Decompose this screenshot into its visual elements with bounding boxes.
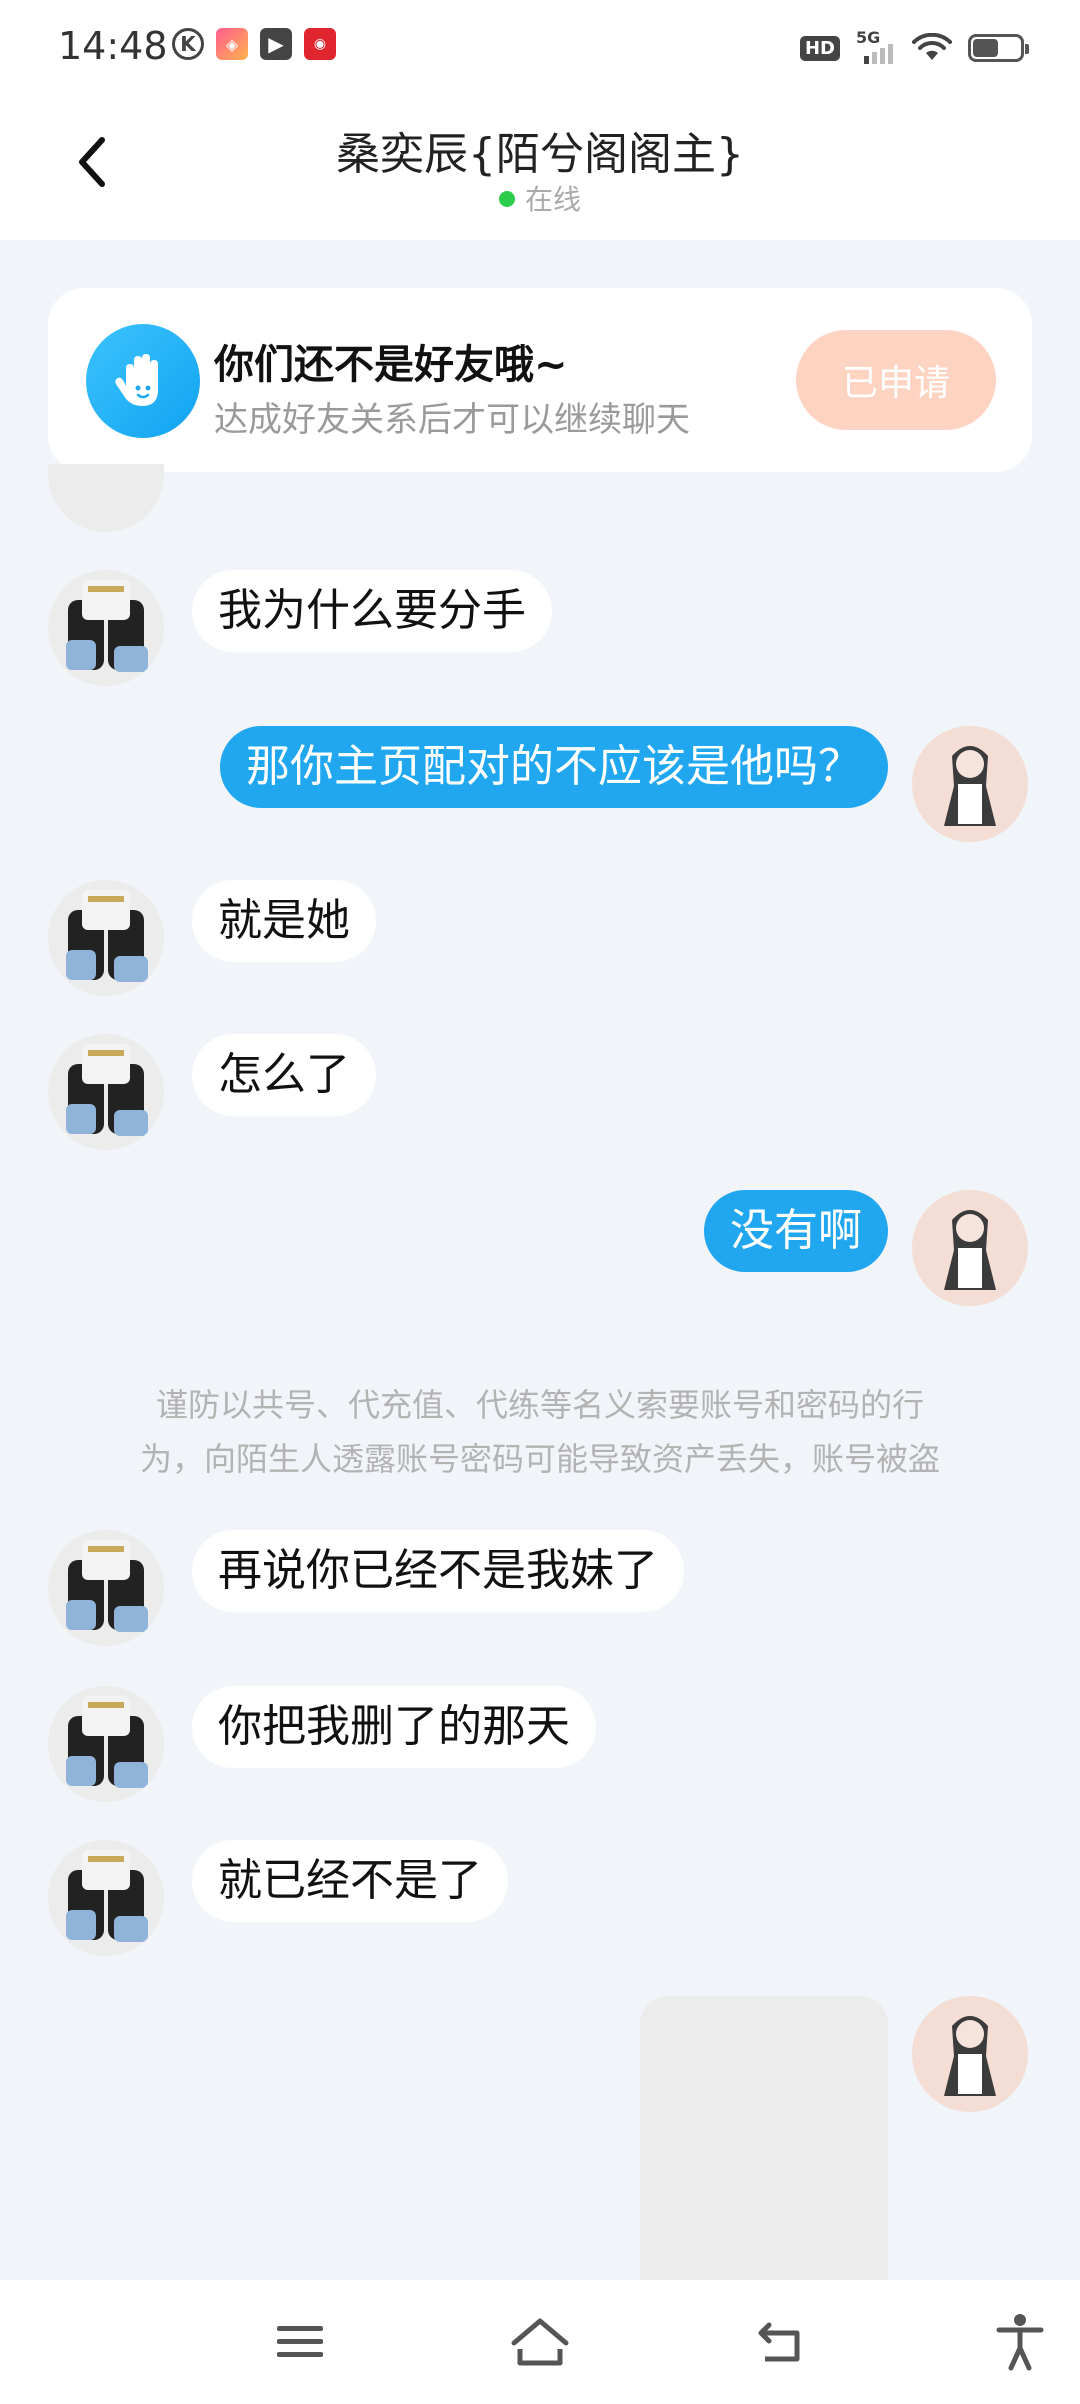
avatar[interactable]	[48, 1530, 164, 1646]
k-icon: K	[172, 28, 204, 60]
avatar[interactable]	[912, 726, 1028, 842]
warning-line: 为，向陌生人透露账号密码可能导致资产丢失，账号被盗	[139, 1440, 940, 1478]
avatar[interactable]	[48, 1034, 164, 1150]
sent-message-bubble[interactable]: 没有啊	[704, 1190, 888, 1272]
online-status: 在线	[0, 178, 1080, 218]
back-nav-button[interactable]	[740, 2302, 820, 2382]
card-subtitle: 达成好友关系后才可以继续聊天	[214, 400, 690, 440]
accessibility-icon	[996, 2314, 1044, 2371]
applied-button[interactable]: 已申请	[796, 330, 996, 430]
friend-request-card: 你们还不是好友哦~ 达成好友关系后才可以继续聊天 已申请	[48, 288, 1032, 472]
warning-line: 谨防以共号、代充值、代练等名义索要账号和密码的行	[155, 1386, 924, 1424]
app-icon: ◈	[216, 28, 248, 60]
back-icon	[758, 2322, 800, 2362]
notification-icons: K ◈ ▶ ◉	[172, 28, 336, 60]
avatar[interactable]	[912, 1996, 1028, 2112]
received-message-bubble[interactable]: 就已经不是了	[192, 1840, 508, 1922]
contact-name[interactable]: 桑奕辰{陌兮阁阁主}	[0, 118, 1080, 182]
security-warning: 谨防以共号、代充值、代练等名义索要账号和密码的行 为，向陌生人透露账号密码可能导…	[80, 1378, 1000, 1486]
avatar[interactable]	[912, 1190, 1028, 1306]
wifi-icon	[912, 33, 952, 60]
home-icon	[511, 2318, 569, 2366]
status-bar: 14:48 K ◈ ▶ ◉ HD 5G	[0, 0, 1080, 96]
received-message-bubble[interactable]: 再说你已经不是我妹了	[192, 1530, 684, 1612]
status-time: 14:48	[58, 24, 168, 68]
online-dot-icon	[498, 191, 515, 207]
received-message-bubble[interactable]: 就是她	[192, 880, 376, 962]
avatar[interactable]	[48, 464, 164, 532]
news-icon: ◉	[304, 28, 336, 60]
signal-icon: 5G	[856, 28, 896, 64]
avatar[interactable]	[48, 570, 164, 686]
image-message-placeholder[interactable]	[640, 1996, 888, 2286]
video-icon: ▶	[260, 28, 292, 60]
received-message-bubble[interactable]: 你把我删了的那天	[192, 1686, 596, 1768]
avatar[interactable]	[48, 1686, 164, 1802]
menu-icon	[277, 2326, 323, 2357]
hand-wave-icon	[86, 324, 200, 438]
received-message-bubble[interactable]: 我为什么要分手	[192, 570, 552, 652]
home-button[interactable]	[500, 2302, 580, 2382]
received-message-bubble[interactable]: 怎么了	[192, 1034, 376, 1116]
battery-icon	[968, 34, 1029, 62]
menu-button[interactable]	[260, 2302, 340, 2382]
chat-header: 桑奕辰{陌兮阁阁主} 在线	[0, 96, 1080, 240]
system-icons: HD 5G	[799, 28, 1029, 64]
hd-icon: HD	[799, 35, 840, 61]
card-title: 你们还不是好友哦~	[214, 342, 568, 388]
avatar[interactable]	[48, 880, 164, 996]
system-nav-bar	[0, 2280, 1080, 2404]
chat-screen: 14:48 K ◈ ▶ ◉ HD 5G 桑奕辰{陌兮阁阁主} 在线 你们还不是好…	[0, 0, 1080, 2404]
accessibility-button[interactable]	[980, 2302, 1060, 2382]
avatar[interactable]	[48, 1840, 164, 1956]
sent-message-bubble[interactable]: 那你主页配对的不应该是他吗？	[220, 726, 888, 808]
